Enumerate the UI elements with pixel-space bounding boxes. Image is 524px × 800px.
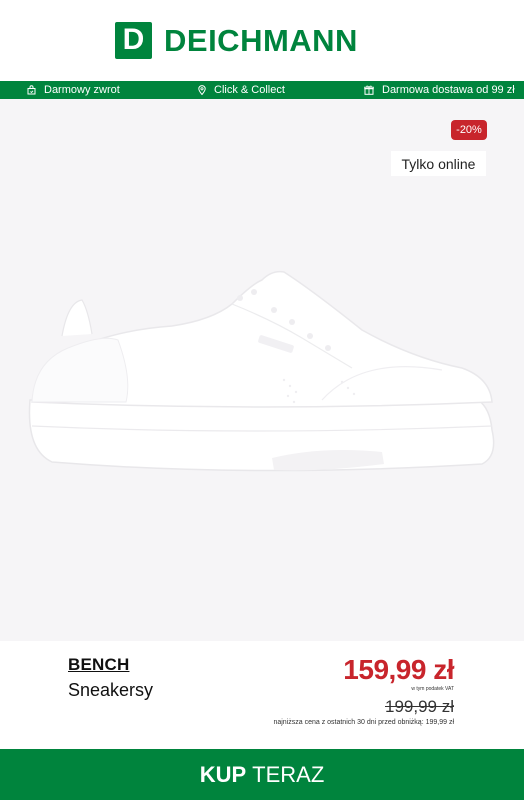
lowest-price-note: najniższa cena z ostatnich 30 dni przed … — [273, 719, 454, 726]
vat-note: w tym podatek VAT — [411, 686, 454, 692]
usp-bar: Darmowy zwrot Click & Collect Darmowa do… — [0, 81, 524, 99]
cta-bold-text: KUP — [199, 761, 247, 787]
usp-click-collect: Click & Collect — [198, 81, 285, 99]
current-price: 159,99 zł — [343, 654, 454, 685]
logo-letter: D — [122, 23, 145, 56]
white-sneaker-image[interactable] — [22, 250, 498, 482]
cta-text: TERAZ — [252, 761, 325, 787]
usp-label: Darmowa dostawa od 99 zł — [382, 84, 515, 96]
product-name: Sneakersy — [68, 680, 154, 700]
usp-free-returns: Darmowy zwrot — [27, 81, 120, 99]
usp-free-delivery: Darmowa dostawa od 99 zł — [364, 81, 515, 99]
usp-label: Darmowy zwrot — [44, 84, 120, 96]
discount-badge: -20% — [451, 120, 487, 140]
location-pin-icon — [198, 85, 206, 95]
logo-text: DEICHMANN — [164, 22, 358, 58]
header: D DEICHMANN — [0, 0, 524, 81]
gift-box-icon — [364, 85, 374, 95]
deichmann-logo[interactable]: D DEICHMANN — [115, 21, 358, 59]
usp-label: Click & Collect — [214, 84, 285, 96]
online-only-badge: Tylko online — [391, 151, 486, 176]
buy-now-button[interactable]: KUP TERAZ — [0, 749, 524, 800]
logo-mark: D — [115, 21, 152, 59]
brand-link[interactable]: BENCH — [68, 655, 129, 675]
old-price: 199,99 zł — [385, 697, 454, 716]
gift-bag-icon — [27, 85, 36, 95]
